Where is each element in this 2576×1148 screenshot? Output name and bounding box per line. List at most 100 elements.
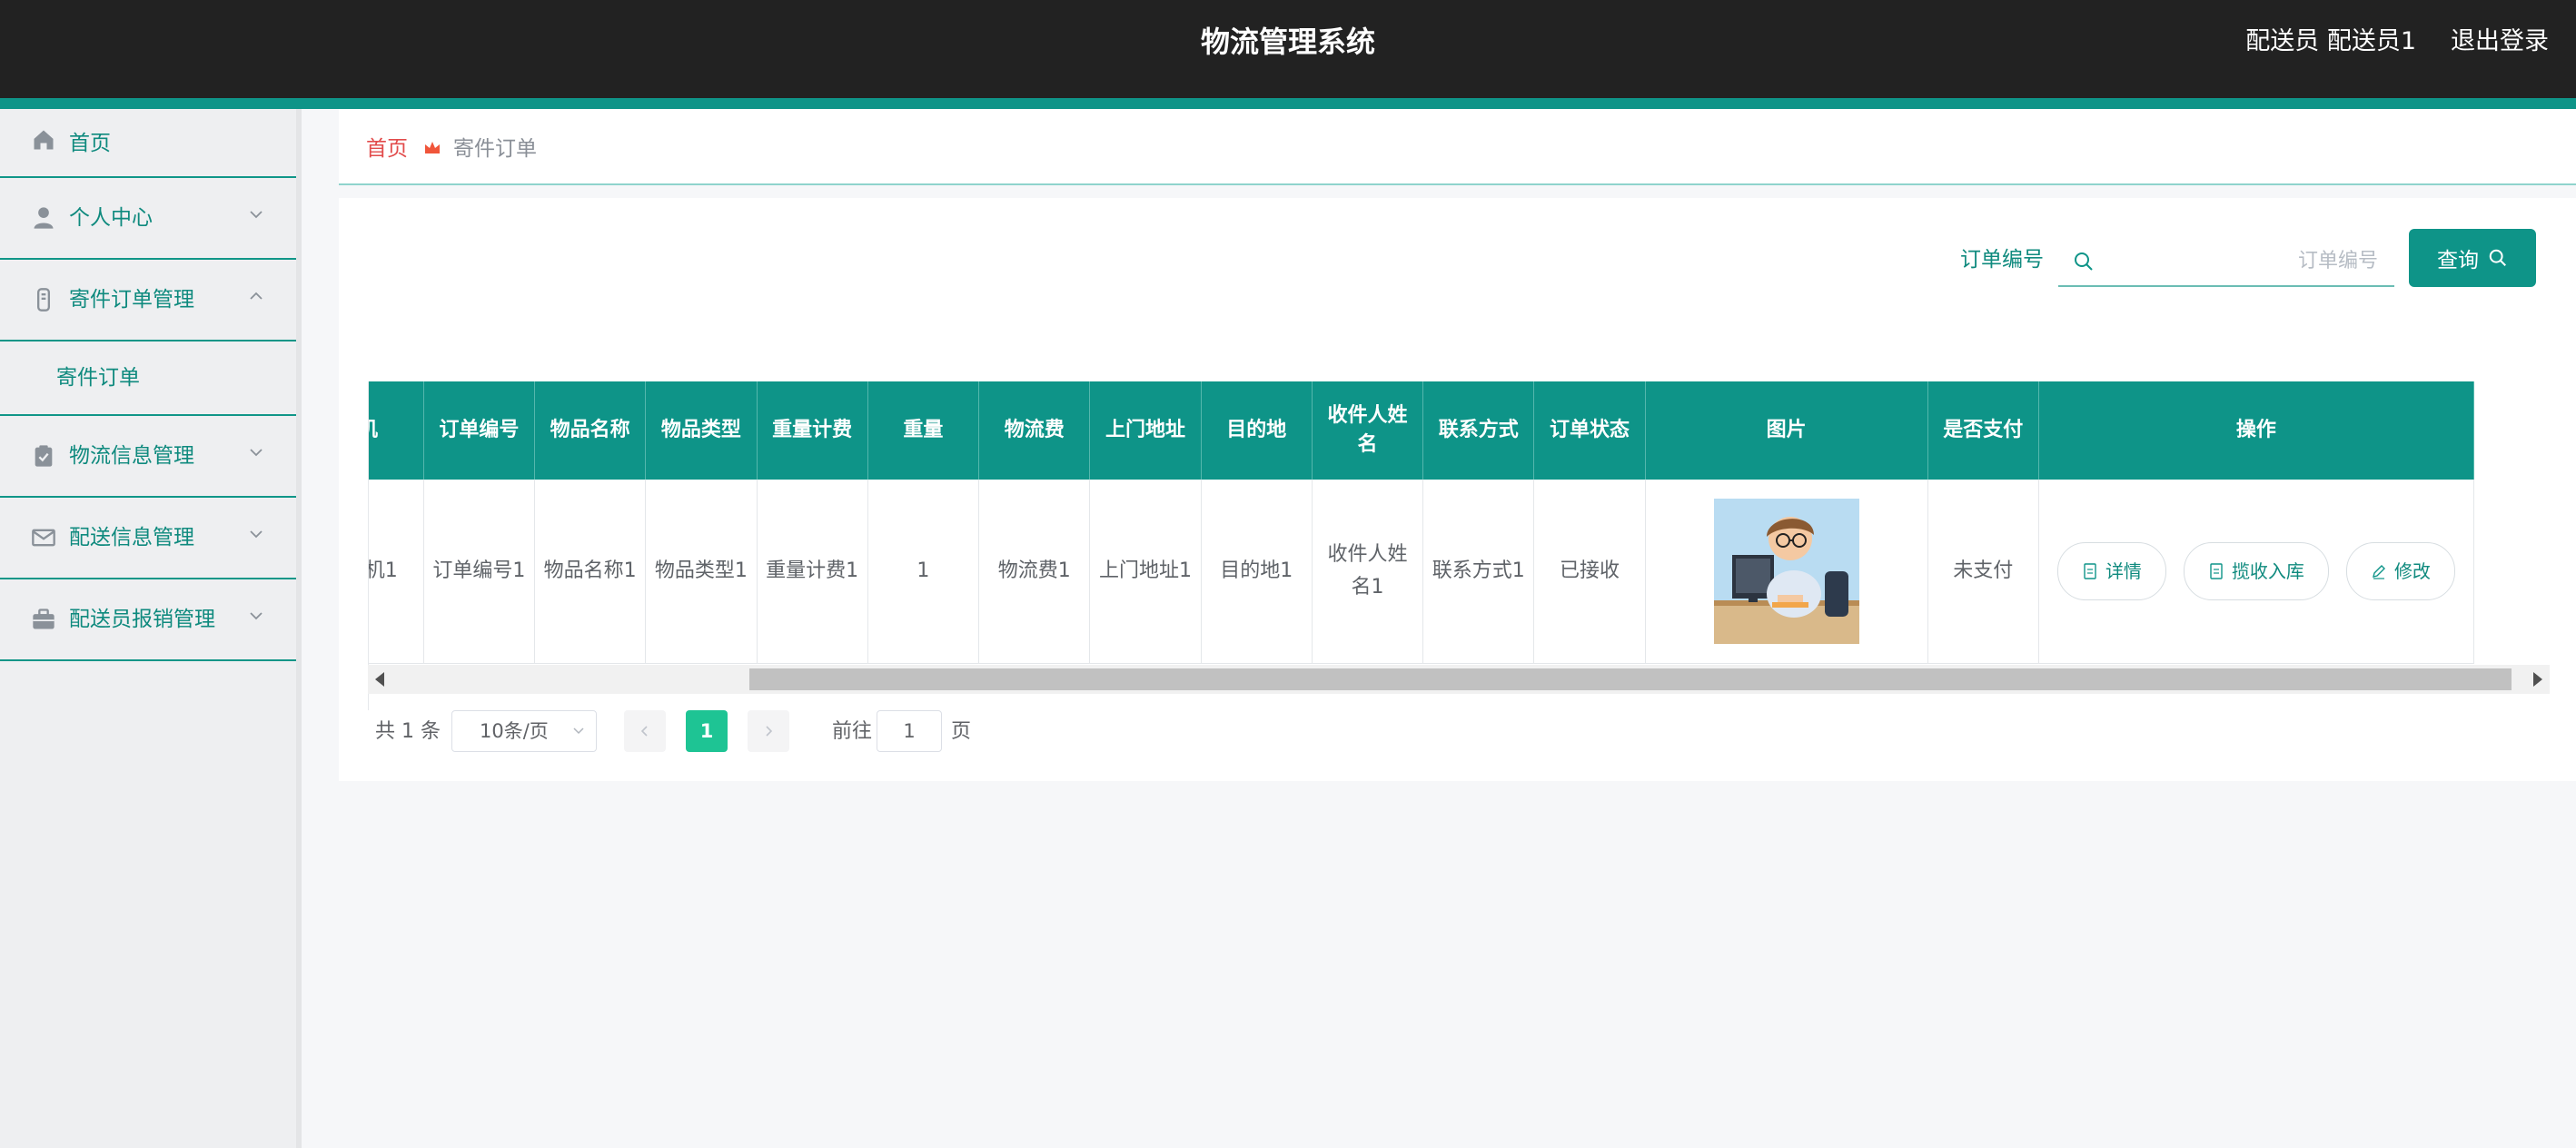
edit-button[interactable]: 修改 (2345, 542, 2455, 600)
pagination: 共 1 条 10条/页 1 前往 页 (368, 710, 1276, 754)
page-number-button[interactable]: 1 (686, 710, 728, 752)
chevron-down-icon (573, 727, 584, 735)
table-row: 手机1 订单编号1 物品名称1 物品类型1 重量计费1 1 物流费1 上门地址1… (369, 480, 2475, 664)
cell-contact: 联系方式1 (1422, 480, 1535, 664)
column-header: 图片 (1645, 381, 1928, 480)
cell-weight: 1 (867, 480, 980, 664)
sidebar-item-label: 个人中心 (69, 206, 153, 230)
chevron-down-icon (250, 612, 263, 620)
chevron-left-icon (640, 726, 648, 737)
cell-order-status: 已接收 (1533, 480, 1646, 664)
home-icon (34, 130, 54, 150)
column-header: 手机 (369, 381, 424, 480)
column-header: 物品类型 (645, 381, 758, 480)
document-icon (2210, 563, 2223, 579)
cell-pickup-address: 上门地址1 (1089, 480, 1202, 664)
cell-image (1645, 480, 1928, 664)
chevron-down-icon (250, 449, 263, 457)
goto-page-input[interactable] (877, 710, 942, 752)
chevron-down-icon (250, 530, 263, 539)
crown-icon (425, 142, 440, 153)
sidebar-item-profile[interactable]: 个人中心 (0, 178, 296, 260)
sidebar-item-logistics-info[interactable]: 物流信息管理 (0, 416, 296, 498)
details-button[interactable]: 详情 (2056, 542, 2166, 600)
logout-link[interactable]: 退出登录 (2451, 24, 2549, 60)
goto-suffix: 页 (951, 720, 972, 743)
order-number-input[interactable] (2104, 242, 2380, 280)
column-header: 订单状态 (1533, 381, 1646, 480)
goto-label: 前往 (832, 720, 873, 743)
breadcrumb: 首页 寄件订单 (339, 109, 2576, 185)
scroll-right-arrow[interactable] (2533, 672, 2542, 687)
cell-weight-billing: 重量计费1 (757, 480, 868, 664)
chevron-down-icon (250, 211, 263, 219)
sidebar-item-label: 寄件订单管理 (69, 288, 194, 312)
sidebar-item-courier-reimbursement[interactable]: 配送员报销管理 (0, 579, 296, 661)
cell-payment-status: 未支付 (1927, 480, 2039, 664)
current-user: 配送员 配送员1 (2245, 27, 2416, 55)
search-icon (2075, 252, 2093, 271)
scrollbar-thumb[interactable] (749, 668, 2512, 690)
breadcrumb-current: 寄件订单 (453, 137, 537, 161)
main-panel: 订单编号 查询 手机 订单编号 物品名称 物品类型 重量计费 重量 (339, 198, 2576, 781)
sidebar-item-label: 首页 (69, 132, 111, 155)
column-header: 订单编号 (423, 381, 536, 480)
sidebar-item-label: 配送信息管理 (69, 526, 194, 549)
prev-page-button[interactable] (624, 710, 666, 752)
edit-button-label: 修改 (2393, 560, 2431, 582)
cell-item-type: 物品类型1 (645, 480, 758, 664)
chevron-right-icon (766, 726, 773, 737)
sidebar-item-label: 配送员报销管理 (69, 608, 215, 631)
column-header: 重量计费 (757, 381, 868, 480)
sidebar-item-shipment-orders[interactable]: 寄件订单管理 (0, 260, 296, 341)
chevron-up-icon (250, 292, 263, 300)
table-header-row: 手机 订单编号 物品名称 物品类型 重量计费 重量 物流费 上门地址 目的地 收… (369, 381, 2475, 480)
search-icon (2489, 249, 2506, 266)
search-field[interactable] (2058, 234, 2394, 287)
breadcrumb-home[interactable]: 首页 (366, 134, 408, 163)
sidebar-subitem-shipment-order[interactable]: 寄件订单 (0, 341, 296, 416)
column-header: 收件人姓名 (1312, 381, 1424, 480)
query-button-label: 查询 (2437, 249, 2479, 272)
cell-logistics-fee: 物流费1 (978, 480, 1091, 664)
top-bar: 物流管理系统 配送员 配送员1 退出登录 (0, 0, 2576, 98)
sidebar-item-label: 物流信息管理 (69, 444, 194, 468)
pickup-stock-in-button-label: 揽收入库 (2231, 560, 2304, 582)
page-size-value: 10条/页 (480, 720, 549, 742)
top-accent-strip (0, 98, 2576, 109)
column-header: 物品名称 (534, 381, 647, 480)
scroll-left-arrow[interactable] (375, 672, 384, 687)
pickup-stock-in-button[interactable]: 揽收入库 (2183, 542, 2329, 600)
cell-destination: 目的地1 (1201, 480, 1313, 664)
orders-table: 手机 订单编号 物品名称 物品类型 重量计费 重量 物流费 上门地址 目的地 收… (368, 381, 2551, 710)
sidebar: 首页 个人中心 寄件订单管理 寄件订单 物流信息管理 配送信息管理 配送员报销管… (0, 109, 302, 1148)
user-icon (34, 207, 54, 229)
next-page-button[interactable] (748, 710, 789, 752)
query-button[interactable]: 查询 (2409, 229, 2536, 287)
cell-item-name: 物品名称1 (534, 480, 647, 664)
column-header: 操作 (2038, 381, 2475, 480)
order-image[interactable] (1713, 499, 1859, 644)
cell-order-number: 订单编号1 (423, 480, 536, 664)
mail-icon (32, 529, 55, 547)
column-header: 联系方式 (1422, 381, 1535, 480)
cell-recipient-name: 收件人姓名1 (1312, 480, 1424, 664)
device-icon (37, 288, 50, 312)
briefcase-icon (33, 609, 54, 629)
app-title: 物流管理系统 (1200, 25, 1375, 59)
details-button-label: 详情 (2105, 560, 2142, 582)
cell-actions: 详情 揽收入库 修改 (2038, 480, 2475, 664)
page-size-select[interactable]: 10条/页 (451, 710, 597, 752)
document-icon (2084, 563, 2096, 579)
search-label: 订单编号 (1960, 248, 2044, 272)
sidebar-item-delivery-info[interactable]: 配送信息管理 (0, 498, 296, 579)
sidebar-subitem-label: 寄件订单 (56, 366, 140, 390)
clipboard-icon (35, 445, 53, 467)
total-count: 共 1 条 (375, 720, 441, 743)
horizontal-scrollbar[interactable] (368, 665, 2550, 694)
column-header: 重量 (867, 381, 980, 480)
column-header: 是否支付 (1927, 381, 2039, 480)
column-header: 物流费 (978, 381, 1091, 480)
column-header: 目的地 (1201, 381, 1313, 480)
sidebar-item-home[interactable]: 首页 (0, 109, 296, 178)
